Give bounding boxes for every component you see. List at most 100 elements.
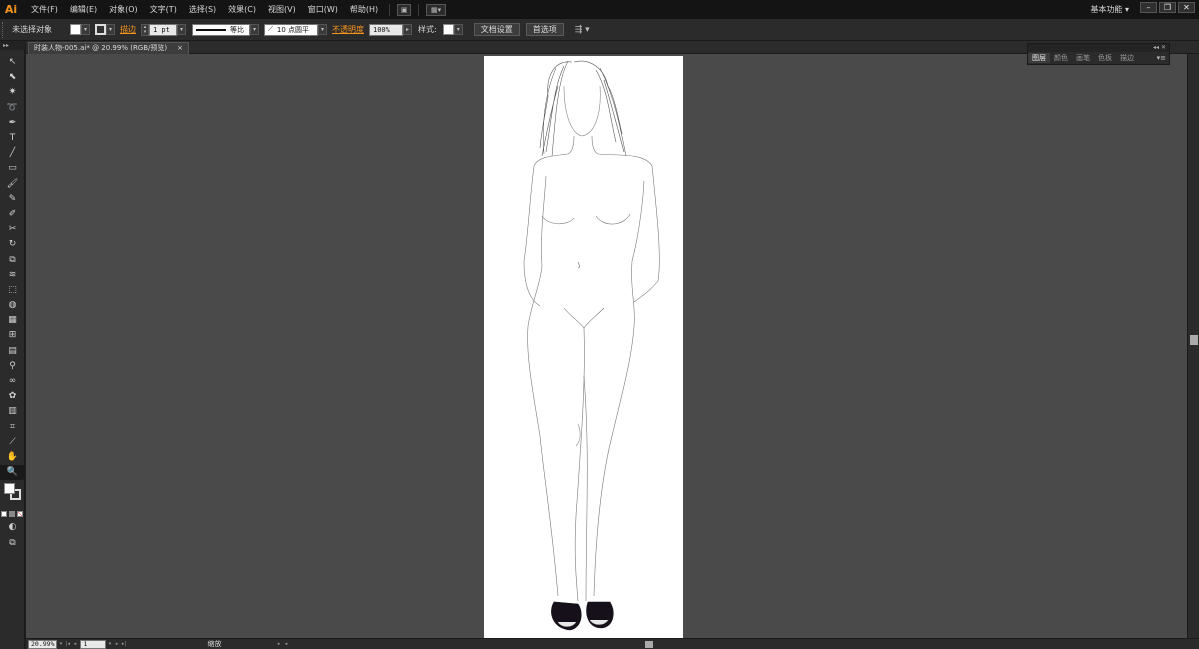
- direct-selection-tool[interactable]: ⬉: [0, 70, 25, 85]
- next-artboard-button[interactable]: ▸: [113, 641, 120, 647]
- panel-header[interactable]: ◂◂ ✕: [1028, 44, 1169, 52]
- column-graph-tool[interactable]: ▥: [0, 404, 25, 419]
- menu-edit[interactable]: 编辑(E): [64, 0, 103, 19]
- tab-brushes[interactable]: 画笔: [1072, 53, 1094, 63]
- fill-box[interactable]: [4, 483, 15, 495]
- stroke-dropdown[interactable]: ▾: [106, 24, 115, 35]
- brush-definition[interactable]: ⟋ 10 点圆平: [264, 23, 318, 36]
- vertical-scroll-thumb[interactable]: [1190, 335, 1198, 345]
- tab-layers[interactable]: 图层: [1028, 53, 1050, 63]
- artboard[interactable]: [484, 56, 683, 638]
- horizontal-scroll-thumb[interactable]: [645, 640, 654, 648]
- stroke-weight-field[interactable]: 1 pt: [149, 23, 177, 36]
- graphic-style-dropdown[interactable]: ▾: [453, 24, 463, 35]
- zoom-field[interactable]: 20.99%: [28, 639, 58, 649]
- lasso-tool[interactable]: ➰: [0, 101, 25, 116]
- stroke-swatch[interactable]: [95, 24, 106, 35]
- opacity-dropdown[interactable]: ▸: [403, 24, 412, 35]
- hand-tool[interactable]: ✋: [0, 450, 25, 465]
- status-menu-arrow[interactable]: ▸: [275, 641, 282, 647]
- prev-artboard-button[interactable]: ◂: [71, 641, 78, 647]
- menu-select[interactable]: 选择(S): [183, 0, 222, 19]
- canvas[interactable]: [26, 54, 1187, 638]
- horizontal-scrollbar[interactable]: [289, 639, 1185, 649]
- opacity-field[interactable]: 100%: [369, 23, 403, 36]
- vertical-scrollbar[interactable]: [1187, 54, 1199, 638]
- bridge-button[interactable]: ▣: [397, 3, 412, 16]
- tab-color[interactable]: 颜色: [1050, 53, 1072, 63]
- lasso-icon: ➰: [6, 102, 19, 113]
- type-tool[interactable]: T: [0, 131, 25, 146]
- menu-view[interactable]: 视图(V): [262, 0, 302, 19]
- stroke-weight-dropdown[interactable]: ▾: [177, 24, 186, 35]
- restore-button[interactable]: ❐: [1159, 2, 1176, 13]
- opacity-link[interactable]: 不透明度: [332, 24, 364, 35]
- menu-help[interactable]: 帮助(H): [344, 0, 384, 19]
- blob-brush-tool[interactable]: ✐: [0, 207, 25, 222]
- rectangle-tool[interactable]: ▭: [0, 161, 25, 176]
- tab-stroke[interactable]: 描边: [1116, 53, 1138, 63]
- fill-dropdown[interactable]: ▾: [81, 24, 90, 35]
- color-mode-button[interactable]: [1, 511, 7, 518]
- gradient-mode-button[interactable]: [9, 511, 15, 518]
- warp-tool[interactable]: ≋: [0, 268, 25, 283]
- document-setup-button[interactable]: 文档设置: [473, 23, 520, 36]
- panel-menu-icon[interactable]: ▾≡: [1157, 54, 1169, 62]
- last-artboard-button[interactable]: ▸|: [120, 641, 127, 647]
- perspective-grid-tool[interactable]: ▦: [0, 313, 25, 328]
- blend-tool[interactable]: ∞: [0, 374, 25, 389]
- menu-window[interactable]: 窗口(W): [302, 0, 344, 19]
- pencil-tool[interactable]: ✎: [0, 192, 25, 207]
- tab-swatches[interactable]: 色板: [1094, 53, 1116, 63]
- document-tab[interactable]: 时装人物-005.ai* @ 20.99% (RGB/预览) ×: [28, 42, 189, 54]
- slice-tool[interactable]: ⟋: [0, 435, 25, 450]
- mesh-tool[interactable]: ⊞: [0, 328, 25, 343]
- zoom-dropdown[interactable]: ▾: [57, 641, 64, 647]
- hscroll-left-arrow[interactable]: ◂: [282, 641, 289, 647]
- fill-stroke-widget[interactable]: [0, 480, 25, 508]
- zoom-tool[interactable]: 🔍: [0, 465, 25, 481]
- brush-dropdown[interactable]: ▾: [318, 24, 327, 35]
- toolbox-collapse[interactable]: ▸▸: [0, 41, 25, 50]
- first-artboard-button[interactable]: |◂: [64, 641, 71, 647]
- control-bar-grip[interactable]: [2, 21, 6, 38]
- fill-swatch[interactable]: [70, 24, 81, 35]
- artboard-tool[interactable]: ⌗: [0, 420, 25, 435]
- menu-effect[interactable]: 效果(C): [222, 0, 262, 19]
- menu-object[interactable]: 对象(O): [103, 0, 144, 19]
- artboard-dropdown[interactable]: ▾: [106, 641, 113, 647]
- symbol-sprayer-tool[interactable]: ✿: [0, 389, 25, 404]
- mesh-icon: ⊞: [8, 330, 17, 341]
- artboard-number-field[interactable]: 1: [80, 639, 107, 649]
- profile-dropdown[interactable]: ▾: [250, 24, 259, 35]
- selection-tool[interactable]: ↖: [0, 55, 25, 70]
- shape-builder-tool[interactable]: ◍: [0, 298, 25, 313]
- screen-mode-button[interactable]: ⧉: [0, 535, 25, 550]
- graphic-style-swatch[interactable]: [442, 24, 454, 35]
- free-transform-tool[interactable]: ⬚: [0, 283, 25, 298]
- gradient-tool[interactable]: ▤: [0, 344, 25, 359]
- arrange-documents-button[interactable]: ▦▾: [426, 3, 447, 16]
- rotate-tool[interactable]: ↻: [0, 237, 25, 252]
- pen-tool[interactable]: ✒: [0, 116, 25, 131]
- align-options-icon[interactable]: ⇶ ▾: [575, 25, 590, 35]
- none-mode-button[interactable]: [17, 511, 23, 518]
- variable-width-profile[interactable]: 等比: [192, 23, 250, 36]
- close-window-button[interactable]: ✕: [1178, 2, 1195, 13]
- eraser-tool[interactable]: ✂: [0, 222, 25, 237]
- minimize-button[interactable]: –: [1140, 2, 1157, 13]
- preferences-button[interactable]: 首选项: [525, 23, 564, 36]
- eyedropper-tool[interactable]: ⚲: [0, 359, 25, 374]
- artboard-icon: ⌗: [9, 421, 16, 432]
- line-tool[interactable]: ╱: [0, 146, 25, 161]
- magic-wand-tool[interactable]: ✷: [0, 85, 25, 100]
- stroke-link[interactable]: 描边: [120, 24, 136, 35]
- menu-type[interactable]: 文字(T): [144, 0, 183, 19]
- draw-mode-button[interactable]: ◐: [0, 520, 25, 535]
- paintbrush-tool[interactable]: 🖌: [0, 177, 25, 192]
- stroke-weight-stepper[interactable]: ▴ ▾: [141, 23, 149, 36]
- scale-tool[interactable]: ⧉: [0, 252, 25, 267]
- document-tab-close[interactable]: ×: [177, 43, 183, 54]
- menu-file[interactable]: 文件(F): [25, 0, 64, 19]
- workspace-switcher[interactable]: 基本功能 ▾: [1090, 0, 1129, 19]
